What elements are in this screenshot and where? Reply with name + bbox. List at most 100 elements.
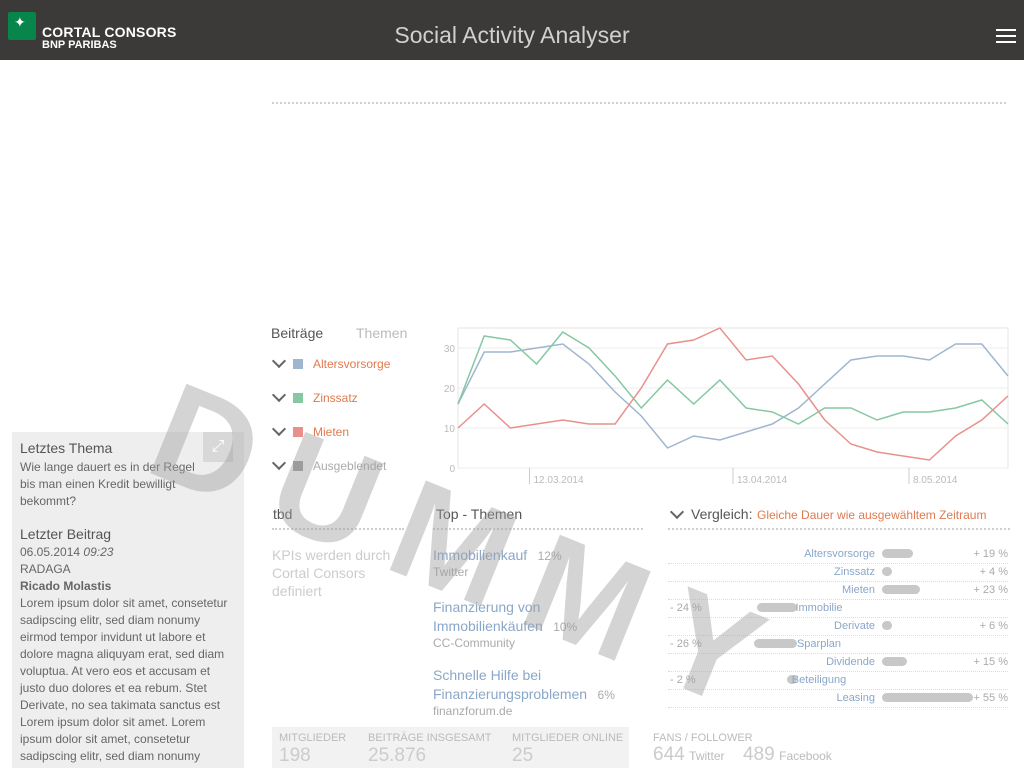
fans-label: FANS / FOLLOWER: [653, 732, 753, 744]
comparison-label: Immobilie: [795, 602, 843, 614]
topic-item[interactable]: Schnelle Hilfe bei Finanzierungsprobleme…: [433, 666, 633, 718]
page-title: Social Activity Analyser: [394, 22, 630, 48]
last-post-heading: Letzter Beitrag: [20, 526, 112, 542]
vergleich-label: Vergleich:: [691, 506, 753, 522]
divider: [433, 528, 643, 530]
post-body: Lorem ipsum dolor sit amet, consetetur s…: [20, 596, 228, 763]
divider: [272, 528, 404, 530]
comparison-row[interactable]: Dividende + 15 %: [668, 654, 1010, 672]
twitter-label: Twitter: [689, 749, 725, 763]
topic-pct: 6%: [597, 688, 615, 702]
tab-themen[interactable]: Themen: [356, 325, 407, 341]
divider: [272, 102, 1006, 104]
legend-swatch: [293, 393, 303, 403]
kpi-label: BEITRÄGE INSGESAMT: [368, 732, 492, 744]
top-themen-title: Top - Themen: [436, 506, 523, 522]
line-chart: 0 10 20 30 12.03.2014 13.04.2014 8.05.2014: [444, 327, 1009, 486]
comparison-bar: [882, 657, 907, 666]
comparison-list: Altersvorsorge + 19 % Zinssatz + 4 % Mieten +…: [668, 546, 1010, 716]
tbd-text: KPIs werden durch Cortal Consors definie…: [272, 547, 391, 599]
tbd-title: tbd: [273, 506, 293, 522]
comparison-bar: [882, 567, 892, 576]
series-line-zinssatz: [457, 331, 1009, 425]
post-date: 06.05.2014: [20, 545, 81, 559]
legend-label: Altersvorsorge: [313, 357, 391, 371]
comparison-row[interactable]: Mieten + 23 %: [668, 582, 1010, 600]
comparison-pct: + 6 %: [979, 620, 1008, 632]
topic-item[interactable]: Finanzierung von Immobilienkäufen 10% CC…: [433, 598, 633, 650]
comparison-label: Derivate: [834, 620, 875, 632]
comparison-label: Mieten: [841, 584, 875, 596]
chart-legend: Altersvorsorge Zinssatz Mieten Ausgeblen…: [271, 353, 422, 480]
activity-panel: ⤢ Letztes Thema Wie lange dauert es in d…: [12, 432, 244, 768]
tab-beitraege[interactable]: Beiträge: [271, 325, 323, 341]
legend-swatch: [293, 427, 303, 437]
chevron-down-icon: [271, 387, 287, 403]
last-topic-heading: Letztes Thema: [20, 440, 113, 456]
topic-name: Immobilienkauf: [433, 547, 528, 563]
comparison-row[interactable]: Altersvorsorge + 19 %: [668, 546, 1010, 564]
comparison-pct: + 4 %: [979, 566, 1008, 578]
comparison-label: Sparplan: [796, 638, 842, 650]
divider: [668, 528, 1010, 530]
comparison-label: Leasing: [836, 692, 875, 704]
topic-pct: 10%: [553, 620, 578, 634]
fans-box: FANS / FOLLOWER 644 Twitter 489 Facebook: [653, 732, 832, 766]
legend-label: Ausgeblendet: [313, 459, 387, 473]
comparison-row[interactable]: Immobilie - 24 %: [668, 600, 1010, 618]
y-tick-label: 0: [449, 464, 455, 475]
comparison-row[interactable]: Zinssatz + 4 %: [668, 564, 1010, 582]
comparison-label: Altersvorsorge: [804, 548, 875, 560]
comparison-label: Zinssatz: [834, 566, 875, 578]
chevron-down-icon: [271, 455, 287, 471]
twitter-count: 644: [653, 744, 685, 765]
y-tick-label: 20: [444, 384, 456, 395]
comparison-label: Beteiligung: [791, 674, 847, 686]
comparison-row[interactable]: Beteiligung - 2 %: [668, 672, 1010, 690]
comparison-row[interactable]: Derivate + 6 %: [668, 618, 1010, 636]
app-header: ✦ CORTAL CONSORS BNP PARIBAS Social Acti…: [0, 0, 1024, 60]
x-tick-label: 8.05.2014: [913, 475, 958, 486]
comparison-pct: + 19 %: [973, 548, 1008, 560]
comparison-pct: + 55 %: [973, 692, 1008, 704]
comparison-bar: [882, 549, 914, 558]
legend-label: Zinssatz: [313, 391, 358, 405]
y-tick-label: 30: [444, 344, 456, 355]
expand-arrows-icon[interactable]: ⤢: [203, 432, 233, 462]
topic-pct: 12%: [537, 549, 562, 563]
legend-swatch: [293, 461, 303, 471]
post-source: RADAGA: [20, 562, 71, 576]
chevron-down-icon: [669, 504, 685, 520]
comparison-bar: [882, 621, 892, 630]
topic-name: Finanzierung von Immobilienkäufen: [433, 599, 543, 634]
comparison-pct: - 24 %: [670, 602, 702, 614]
x-tick-label: 13.04.2014: [737, 475, 787, 486]
hamburger-icon[interactable]: [996, 26, 1016, 46]
kpi-label: MITGLIEDER ONLINE: [512, 732, 624, 744]
comparison-label: Dividende: [826, 656, 875, 668]
kpi-value: 25.876: [368, 745, 427, 766]
facebook-label: Facebook: [779, 749, 832, 763]
legend-label: Mieten: [313, 425, 350, 439]
comparison-bar: [882, 693, 973, 702]
post-datetime: 06.05.2014 09:23: [20, 544, 113, 561]
post-time: 09:23: [83, 545, 114, 559]
topic-name: Schnelle Hilfe bei Finanzierungsprobleme…: [433, 667, 588, 702]
plot-frame: [457, 327, 1009, 469]
comparison-row[interactable]: Sparplan - 26 %: [668, 636, 1010, 654]
comparison-pct: + 15 %: [973, 656, 1008, 668]
comparison-bar: [882, 585, 920, 594]
comparison-pct: - 26 %: [670, 638, 702, 650]
comparison-row[interactable]: Leasing + 55 %: [668, 690, 1010, 708]
topic-item[interactable]: Immobilienkauf 12% Twitter: [433, 546, 633, 579]
topic-source: finanzforum.de: [433, 704, 513, 718]
topic-source: Twitter: [433, 565, 469, 579]
facebook-count: 489: [742, 744, 775, 765]
row-separator: [668, 707, 1008, 708]
chevron-down-icon: [271, 421, 287, 437]
last-topic-text: Wie lange dauert es in der Regel bis man…: [20, 460, 195, 508]
x-tick-label: 12.03.2014: [534, 475, 584, 486]
comparison-pct: - 2 %: [670, 674, 696, 686]
chevron-down-icon: [271, 353, 287, 369]
kpi-value: 25: [512, 745, 534, 766]
